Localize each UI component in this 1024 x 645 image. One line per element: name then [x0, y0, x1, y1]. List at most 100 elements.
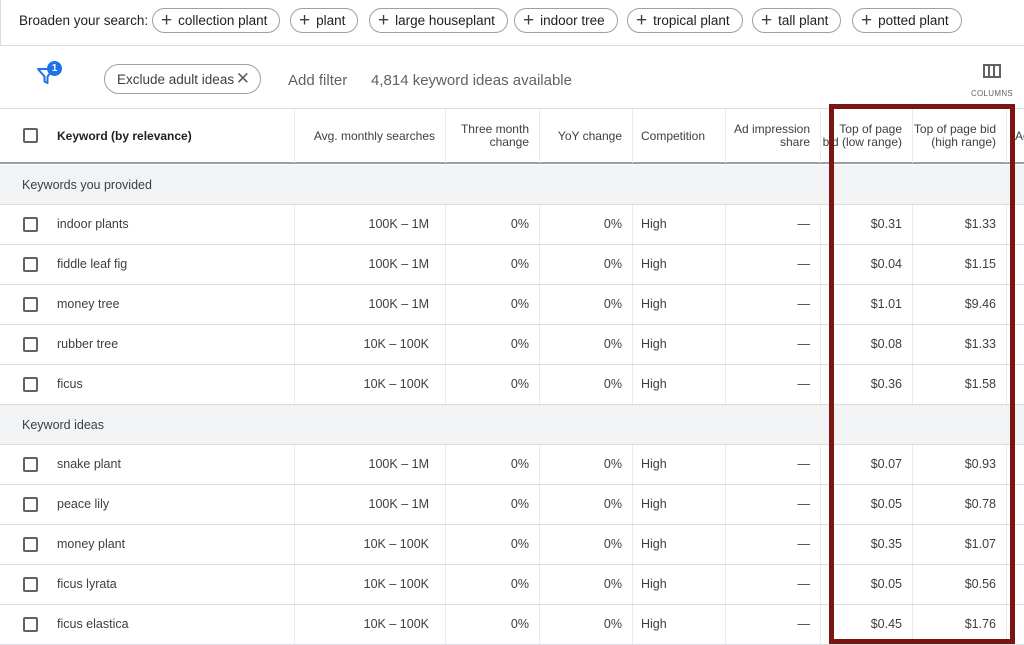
broaden-chip[interactable]: + tropical plant: [627, 8, 743, 33]
cell-keyword: rubber tree: [49, 325, 295, 364]
header-keyword[interactable]: Keyword (by relevance): [49, 109, 295, 163]
header-competition[interactable]: Competition: [633, 109, 726, 163]
section-header: Keyword ideas: [0, 405, 1024, 445]
close-icon[interactable]: ✕: [236, 69, 250, 89]
cell-avg: 10K – 100K: [295, 325, 446, 364]
cell-low: $1.01: [821, 285, 913, 324]
cell-three-month: 0%: [446, 565, 540, 604]
plus-icon: +: [299, 10, 311, 31]
cell-three-month: 0%: [446, 205, 540, 244]
row-checkbox[interactable]: [23, 497, 38, 512]
cell-three-month: 0%: [446, 325, 540, 364]
broaden-chip[interactable]: + potted plant: [852, 8, 962, 33]
cell-yoy: 0%: [540, 325, 633, 364]
table-row[interactable]: fiddle leaf fig 100K – 1M 0% 0% High — $0.04 $1…: [0, 245, 1024, 285]
table-row[interactable]: indoor plants 100K – 1M 0% 0% High — $0.31 $1.3…: [0, 205, 1024, 245]
cell-low: $0.05: [821, 565, 913, 604]
cell-three-month: 0%: [446, 485, 540, 524]
table-row[interactable]: ficus 10K – 100K 0% 0% High — $0.36 $1.58: [0, 365, 1024, 405]
row-checkbox[interactable]: [23, 577, 38, 592]
cell-yoy: 0%: [540, 285, 633, 324]
cell-extra: [1007, 525, 1024, 564]
plus-icon: +: [861, 10, 873, 31]
header-bid-high[interactable]: Top of page bid (high range): [913, 109, 1007, 163]
select-all-cell: [0, 109, 50, 163]
header-avg-monthly-searches[interactable]: Avg. monthly searches: [295, 109, 446, 163]
cell-high: $0.93: [913, 445, 1007, 484]
cell-high: $1.07: [913, 525, 1007, 564]
cell-competition: High: [633, 565, 726, 604]
cell-competition: High: [633, 365, 726, 404]
broaden-chip[interactable]: + plant: [290, 8, 359, 33]
chip-label: collection plant: [178, 13, 268, 28]
table-row[interactable]: snake plant 100K – 1M 0% 0% High — $0.07 $0.93: [0, 445, 1024, 485]
broaden-chip[interactable]: + large houseplant: [369, 8, 508, 33]
cell-yoy: 0%: [540, 245, 633, 284]
header-yoy-change[interactable]: YoY change: [540, 109, 633, 163]
cell-extra: [1007, 365, 1024, 404]
plus-icon: +: [636, 10, 648, 31]
cell-avg: 10K – 100K: [295, 565, 446, 604]
chip-label: tall plant: [778, 13, 829, 28]
chip-label: plant: [316, 13, 346, 28]
cell-yoy: 0%: [540, 565, 633, 604]
cell-keyword: fiddle leaf fig: [49, 245, 295, 284]
cell-extra: [1007, 325, 1024, 364]
table-row[interactable]: money tree 100K – 1M 0% 0% High — $1.01 $9.46: [0, 285, 1024, 325]
broaden-chip[interactable]: + tall plant: [752, 8, 842, 33]
plus-icon: +: [161, 10, 173, 31]
cell-three-month: 0%: [446, 285, 540, 324]
chip-label: potted plant: [878, 13, 949, 28]
exclude-chip-label: Exclude adult ideas: [117, 71, 235, 87]
table-row[interactable]: money plant 10K – 100K 0% 0% High — $0.35 $1.07: [0, 525, 1024, 565]
cell-three-month: 0%: [446, 445, 540, 484]
row-checkbox[interactable]: [23, 537, 38, 552]
exclude-adult-ideas-chip[interactable]: Exclude adult ideas ✕: [104, 64, 261, 94]
add-filter-button[interactable]: Add filter: [288, 72, 347, 89]
chip-label: indoor tree: [540, 13, 605, 28]
header-bid-low[interactable]: Top of page bid (low range): [821, 109, 913, 163]
cell-avg: 100K – 1M: [295, 245, 446, 284]
row-checkbox[interactable]: [23, 337, 38, 352]
row-checkbox[interactable]: [23, 217, 38, 232]
row-checkbox[interactable]: [23, 297, 38, 312]
cell-yoy: 0%: [540, 485, 633, 524]
section-header: Keywords you provided: [0, 165, 1024, 205]
cell-avg: 10K – 100K: [295, 605, 446, 644]
row-checkbox[interactable]: [23, 377, 38, 392]
cell-extra: [1007, 605, 1024, 644]
broaden-chip[interactable]: + indoor tree: [514, 8, 618, 33]
cell-keyword: peace lily: [49, 485, 295, 524]
cell-yoy: 0%: [540, 365, 633, 404]
table-row[interactable]: peace lily 100K – 1M 0% 0% High — $0.05 $0.78: [0, 485, 1024, 525]
cell-keyword: ficus elastica: [49, 605, 295, 644]
cell-yoy: 0%: [540, 445, 633, 484]
columns-button[interactable]: COLUMNS: [968, 64, 1016, 100]
header-three-month-change[interactable]: Three month change: [446, 109, 540, 163]
cell-ad: —: [726, 445, 821, 484]
broaden-chip[interactable]: + collection plant: [152, 8, 281, 33]
cell-keyword: money plant: [49, 525, 295, 564]
columns-label: COLUMNS: [970, 89, 1014, 98]
table-row[interactable]: rubber tree 10K – 100K 0% 0% High — $0.08 $1.33: [0, 325, 1024, 365]
row-checkbox[interactable]: [23, 617, 38, 632]
select-all-checkbox[interactable]: [23, 128, 38, 143]
chip-label: large houseplant: [395, 13, 495, 28]
plus-icon: +: [523, 10, 535, 31]
row-checkbox[interactable]: [23, 457, 38, 472]
cell-avg: 100K – 1M: [295, 205, 446, 244]
table-row[interactable]: ficus lyrata 10K – 100K 0% 0% High — $0.05 $0.5…: [0, 565, 1024, 605]
header-extra[interactable]: Ac: [1007, 109, 1024, 163]
header-ad-impression-share[interactable]: Ad impression share: [726, 109, 821, 163]
cell-low: $0.05: [821, 485, 913, 524]
cell-avg: 100K – 1M: [295, 285, 446, 324]
columns-icon: [983, 64, 1001, 78]
cell-ad: —: [726, 485, 821, 524]
table-row[interactable]: ficus elastica 10K – 100K 0% 0% High — $0.45 $1…: [0, 605, 1024, 645]
row-checkbox[interactable]: [23, 257, 38, 272]
cell-low: $0.31: [821, 205, 913, 244]
cell-high: $9.46: [913, 285, 1007, 324]
cell-high: $1.15: [913, 245, 1007, 284]
cell-avg: 100K – 1M: [295, 445, 446, 484]
cell-competition: High: [633, 285, 726, 324]
